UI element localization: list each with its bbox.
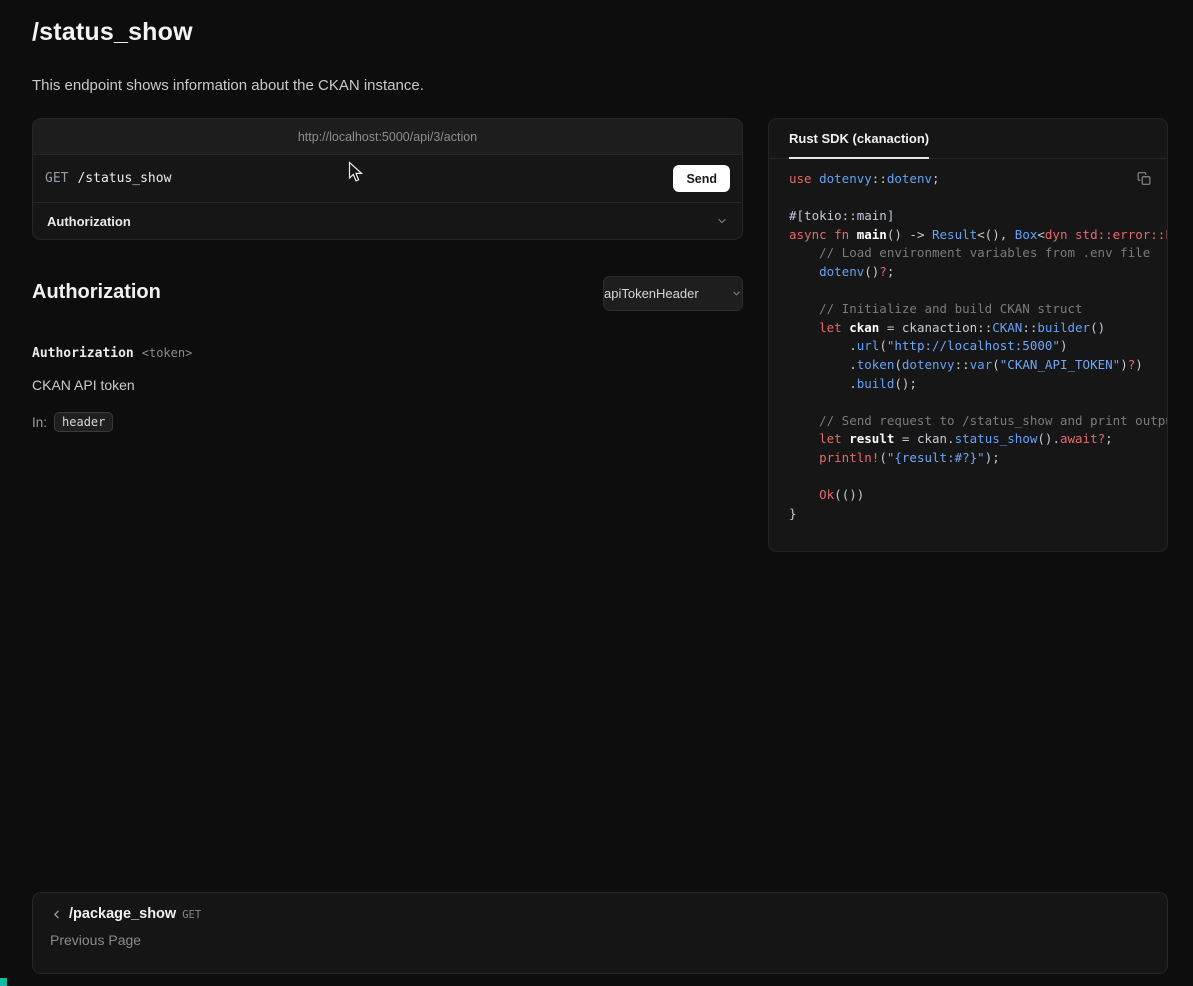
param-location-row: In: header [32, 412, 113, 432]
api-reference-page: /status_show This endpoint shows informa… [0, 0, 1193, 986]
request-row: GET /status_show Send [33, 155, 742, 202]
tab-rust-sdk[interactable]: Rust SDK (ckanaction) [789, 119, 929, 159]
code-line: .token(dotenvy::var("CKAN_API_TOKEN")?) [789, 356, 1147, 375]
code-line: .build(); [789, 375, 1147, 394]
previous-page-row: /package_show GET [50, 906, 1150, 922]
chevron-down-icon [716, 215, 728, 227]
sdk-example-panel: Rust SDK (ckanaction) use dotenvy::doten… [768, 118, 1168, 552]
sdk-tabbar: Rust SDK (ckanaction) [769, 119, 1167, 159]
param-type: <token> [142, 346, 193, 360]
authorization-collapse-row[interactable]: Authorization [33, 202, 742, 239]
code-line [789, 282, 1147, 301]
code-line [789, 468, 1147, 487]
code-line: // Initialize and build CKAN struct [789, 300, 1147, 319]
in-location-badge: header [54, 412, 113, 432]
code-line: .url("http://localhost:5000") [789, 337, 1147, 356]
code-line: dotenv()?; [789, 263, 1147, 282]
code-line: // Send request to /status_show and prin… [789, 412, 1147, 431]
send-button[interactable]: Send [673, 165, 730, 192]
code-line: // Load environment variables from .env … [789, 244, 1147, 263]
code-line: let ckan = ckanaction::CKAN::builder() [789, 319, 1147, 338]
auth-scheme-selected: apiTokenHeader [604, 286, 699, 301]
code-line: let result = ckan.status_show().await?; [789, 430, 1147, 449]
code-line [789, 189, 1147, 208]
http-method-badge: GET [45, 171, 68, 186]
copy-code-button[interactable] [1137, 171, 1151, 186]
code-line [789, 393, 1147, 412]
previous-page-link[interactable]: /package_show GET Previous Page [32, 892, 1168, 974]
chevron-down-icon [731, 288, 742, 299]
param-name: Authorization [32, 346, 134, 361]
auth-scheme-dropdown[interactable]: apiTokenHeader [603, 276, 743, 311]
previous-endpoint-path: /package_show [69, 906, 176, 922]
code-line: println!("{result:#?}"); [789, 449, 1147, 468]
chevron-left-icon [50, 908, 63, 921]
authorization-heading: Authorization [32, 281, 161, 304]
code-area: use dotenvy::dotenv; #[tokio::main]async… [769, 159, 1167, 551]
code-line: async fn main() -> Result<(), Box<dyn st… [789, 226, 1147, 245]
request-example-panel: http://localhost:5000/api/3/action GET /… [32, 118, 743, 240]
base-url: http://localhost:5000/api/3/action [33, 119, 742, 155]
in-label: In: [32, 415, 47, 430]
page-title: /status_show [32, 18, 193, 47]
code-block: use dotenvy::dotenv; #[tokio::main]async… [789, 170, 1147, 523]
code-line: Ok(()) [789, 486, 1147, 505]
auth-param-row: Authorization <token> [32, 346, 192, 361]
previous-endpoint-method: GET [182, 907, 201, 921]
clipboard-icon [1137, 171, 1151, 186]
previous-page-label: Previous Page [50, 932, 1150, 948]
authorization-row-label: Authorization [47, 214, 131, 229]
code-line: #[tokio::main] [789, 207, 1147, 226]
corner-artifact [0, 978, 7, 986]
param-description: CKAN API token [32, 377, 135, 393]
page-description: This endpoint shows information about th… [32, 77, 424, 94]
code-line: } [789, 505, 1147, 524]
endpoint-path: /status_show [77, 171, 171, 186]
code-line: use dotenvy::dotenv; [789, 170, 1147, 189]
